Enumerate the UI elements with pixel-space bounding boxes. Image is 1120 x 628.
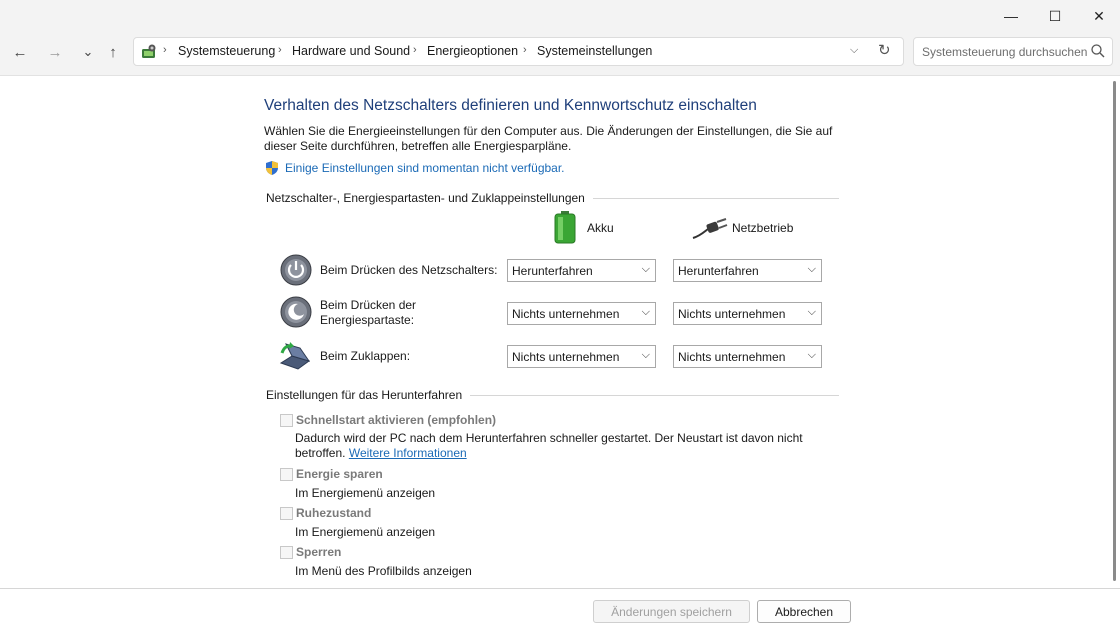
close-icon: ✕ bbox=[1093, 7, 1105, 24]
minimize-icon: — bbox=[1004, 8, 1018, 24]
up-button[interactable]: ↑ bbox=[101, 40, 125, 64]
lock-option-checkbox[interactable] bbox=[280, 546, 293, 559]
laptop-lid-icon bbox=[279, 342, 310, 370]
uac-shield-icon bbox=[266, 161, 278, 175]
breadcrumb-systemsteuerung[interactable]: Systemsteuerung bbox=[178, 44, 275, 58]
breadcrumb-separator: › bbox=[163, 44, 167, 56]
chevron-down-icon: ⌵ bbox=[641, 349, 650, 361]
buttons-section-heading: Netzschalter-, Energiespartasten- und Zu… bbox=[266, 191, 593, 205]
maximize-button[interactable]: ☐ bbox=[1032, 0, 1078, 32]
control-panel-icon bbox=[142, 44, 156, 58]
forward-button[interactable]: → bbox=[43, 40, 67, 64]
power-button-ac-select[interactable]: Herunterfahren ⌵ bbox=[673, 259, 822, 282]
chevron-down-icon: ⌵ bbox=[807, 349, 816, 361]
chevron-down-icon: ⌵ bbox=[641, 263, 650, 275]
lock-option-label: Sperren bbox=[296, 545, 342, 559]
sleep-button-icon bbox=[280, 296, 312, 328]
power-button-icon bbox=[280, 254, 312, 286]
fast-startup-description: Dadurch wird der PC nach dem Herunterfah… bbox=[295, 431, 803, 460]
lid-close-ac-select[interactable]: Nichts unternehmen ⌵ bbox=[673, 345, 822, 368]
shutdown-section-heading: Einstellungen für das Herunterfahren bbox=[266, 388, 471, 402]
search-input[interactable]: Systemsteuerung durchsuchen bbox=[922, 45, 1087, 59]
back-button[interactable]: ← bbox=[8, 40, 32, 64]
sleep-option-description: Im Energiemenü anzeigen bbox=[295, 486, 436, 500]
power-button-label: Beim Drücken des Netzschalters: bbox=[320, 263, 498, 277]
fast-startup-label: Schnellstart aktivieren (empfohlen) bbox=[296, 413, 497, 427]
lid-close-label: Beim Zuklappen: bbox=[320, 349, 411, 363]
arrow-right-icon: → bbox=[47, 43, 63, 61]
power-plug-icon bbox=[692, 218, 728, 239]
arrow-up-icon: ↑ bbox=[109, 43, 117, 61]
breadcrumb-energieoptionen[interactable]: Energieoptionen bbox=[427, 44, 518, 58]
maximize-icon: ☐ bbox=[1048, 7, 1062, 24]
main-content: Verhalten des Netzschalters definieren u… bbox=[0, 77, 1110, 588]
refresh-icon[interactable]: ↻ bbox=[878, 41, 891, 59]
sleep-button-ac-select[interactable]: Nichts unternehmen ⌵ bbox=[673, 302, 822, 325]
hibernate-option-label: Ruhezustand bbox=[296, 506, 372, 520]
breadcrumb-separator: › bbox=[413, 44, 417, 56]
minimize-button[interactable]: — bbox=[988, 0, 1034, 32]
chevron-down-icon: ⌵ bbox=[807, 306, 816, 318]
sleep-button-label: Beim Drücken der Energiespartaste: bbox=[320, 298, 417, 327]
cancel-button[interactable]: Abbrechen bbox=[757, 600, 851, 623]
recent-locations-button[interactable]: ⌄ bbox=[76, 40, 100, 64]
fast-startup-checkbox[interactable] bbox=[280, 414, 293, 427]
sleep-button-battery-select[interactable]: Nichts unternehmen ⌵ bbox=[507, 302, 656, 325]
sleep-option-label: Energie sparen bbox=[296, 467, 383, 481]
page-description: Wählen Sie die Energieeinstellungen für … bbox=[264, 124, 833, 153]
close-button[interactable]: ✕ bbox=[1076, 0, 1120, 32]
more-information-link[interactable]: Weitere Informationen bbox=[349, 446, 467, 460]
power-button-battery-select[interactable]: Herunterfahren ⌵ bbox=[507, 259, 656, 282]
chevron-down-icon: ⌵ bbox=[807, 263, 816, 275]
column-header-battery: Akku bbox=[587, 221, 614, 235]
address-bar[interactable]: › Systemsteuerung › Hardware und Sound ›… bbox=[133, 37, 904, 66]
vertical-scrollbar[interactable] bbox=[1110, 77, 1120, 588]
chevron-down-icon: ⌄ bbox=[82, 44, 94, 59]
scrollbar-thumb[interactable] bbox=[1113, 81, 1116, 581]
navigation-bar: ← → ⌄ ↑ › Systemsteuerung › Hardware und… bbox=[0, 32, 1120, 76]
battery-icon bbox=[554, 211, 576, 244]
sleep-option-checkbox[interactable] bbox=[280, 468, 293, 481]
page-title: Verhalten des Netzschalters definieren u… bbox=[264, 97, 757, 114]
save-changes-button[interactable]: Änderungen speichern bbox=[593, 600, 750, 623]
arrow-left-icon: ← bbox=[12, 43, 28, 61]
breadcrumb-separator: › bbox=[278, 44, 282, 56]
footer-bar: Änderungen speichern Abbrechen bbox=[0, 588, 1120, 628]
search-icon[interactable] bbox=[1090, 43, 1106, 59]
column-header-ac: Netzbetrieb bbox=[732, 221, 794, 235]
hibernate-option-description: Im Energiemenü anzeigen bbox=[295, 525, 436, 539]
search-box[interactable]: Systemsteuerung durchsuchen bbox=[913, 37, 1113, 66]
breadcrumb-systemeinstellungen[interactable]: Systemeinstellungen bbox=[537, 44, 652, 58]
change-unavailable-settings-link[interactable]: Einige Einstellungen sind momentan nicht… bbox=[285, 161, 565, 175]
lid-close-battery-select[interactable]: Nichts unternehmen ⌵ bbox=[507, 345, 656, 368]
hibernate-option-checkbox[interactable] bbox=[280, 507, 293, 520]
chevron-down-icon: ⌵ bbox=[641, 306, 650, 318]
address-history-chevron-icon[interactable]: ⌵ bbox=[850, 44, 858, 57]
lock-option-description: Im Menü des Profilbilds anzeigen bbox=[295, 564, 472, 578]
breadcrumb-hardware-und-sound[interactable]: Hardware und Sound bbox=[292, 44, 410, 58]
title-bar: — ☐ ✕ bbox=[0, 0, 1120, 32]
breadcrumb-separator: › bbox=[523, 44, 527, 56]
